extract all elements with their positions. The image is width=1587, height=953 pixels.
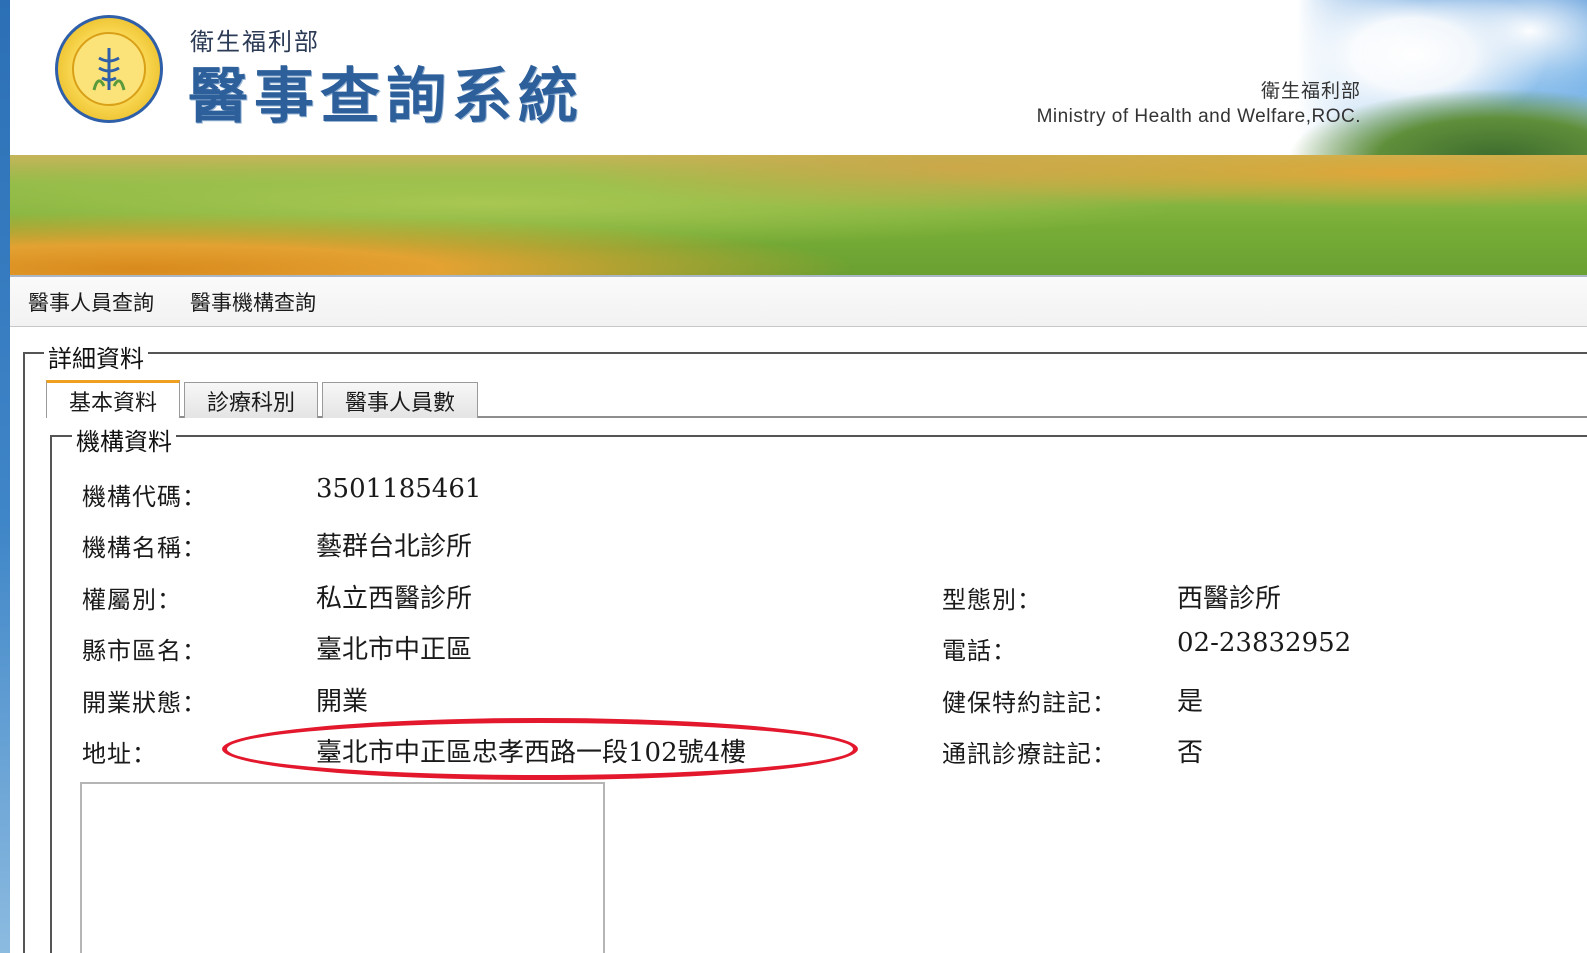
field-banner-image [10,155,1587,275]
institution-legend: 機構資料 [72,422,176,457]
value-district: 臺北市中正區 [316,635,473,665]
logo-emblem [72,32,146,106]
value-telemedicine: 否 [1177,738,1204,768]
map-frame[interactable] [80,782,605,953]
tab-basic-info[interactable]: 基本資料 [46,380,181,418]
ministry-name-chinese: 衛生福利部 [1260,80,1361,102]
value-phone: 02-23832952 [1177,628,1352,658]
ministry-logo-icon[interactable] [55,15,163,123]
detail-legend: 詳細資料 [44,339,148,374]
label-telemedicine: 通訊診療註記： [942,740,1117,768]
value-insurance-contract: 是 [1177,687,1204,717]
value-institution-code: 3501185461 [316,474,482,504]
system-title: 醫事查詢系統 [188,62,584,132]
tab-departments[interactable]: 診療科別 [184,382,319,418]
label-institution-name: 機構名稱： [82,534,207,562]
value-institution-name: 藝群台北診所 [316,532,473,562]
label-district: 縣市區名： [82,637,207,665]
nav-item-institution-search[interactable]: 醫事機構查詢 [190,287,316,317]
label-insurance-contract: 健保特約註記： [942,689,1117,717]
label-ownership: 權屬別： [82,586,182,614]
value-type: 西醫診所 [1177,584,1282,614]
label-phone: 電話： [942,637,1017,665]
left-edge-strip [0,0,10,953]
value-ownership: 私立西醫診所 [316,584,473,614]
address-highlight-annotation [222,718,858,780]
value-business-status: 開業 [316,687,369,717]
label-type: 型態別： [942,586,1042,614]
nav-item-personnel-search[interactable]: 醫事人員查詢 [28,287,154,317]
label-address: 地址： [82,740,157,768]
detail-tabs: 基本資料 診療科別 醫事人員數 [46,380,482,418]
main-nav: 醫事人員查詢 醫事機構查詢 [10,277,1587,327]
tab-staff-count[interactable]: 醫事人員數 [322,382,479,418]
site-header: 衛生福利部 醫事查詢系統 衛生福利部 Ministry of Health an… [10,0,1587,155]
caduceus-icon [92,48,126,91]
ministry-name-english: Ministry of Health and Welfare,ROC. [1036,106,1361,127]
label-business-status: 開業狀態： [82,689,207,717]
label-institution-code: 機構代碼： [82,483,207,511]
